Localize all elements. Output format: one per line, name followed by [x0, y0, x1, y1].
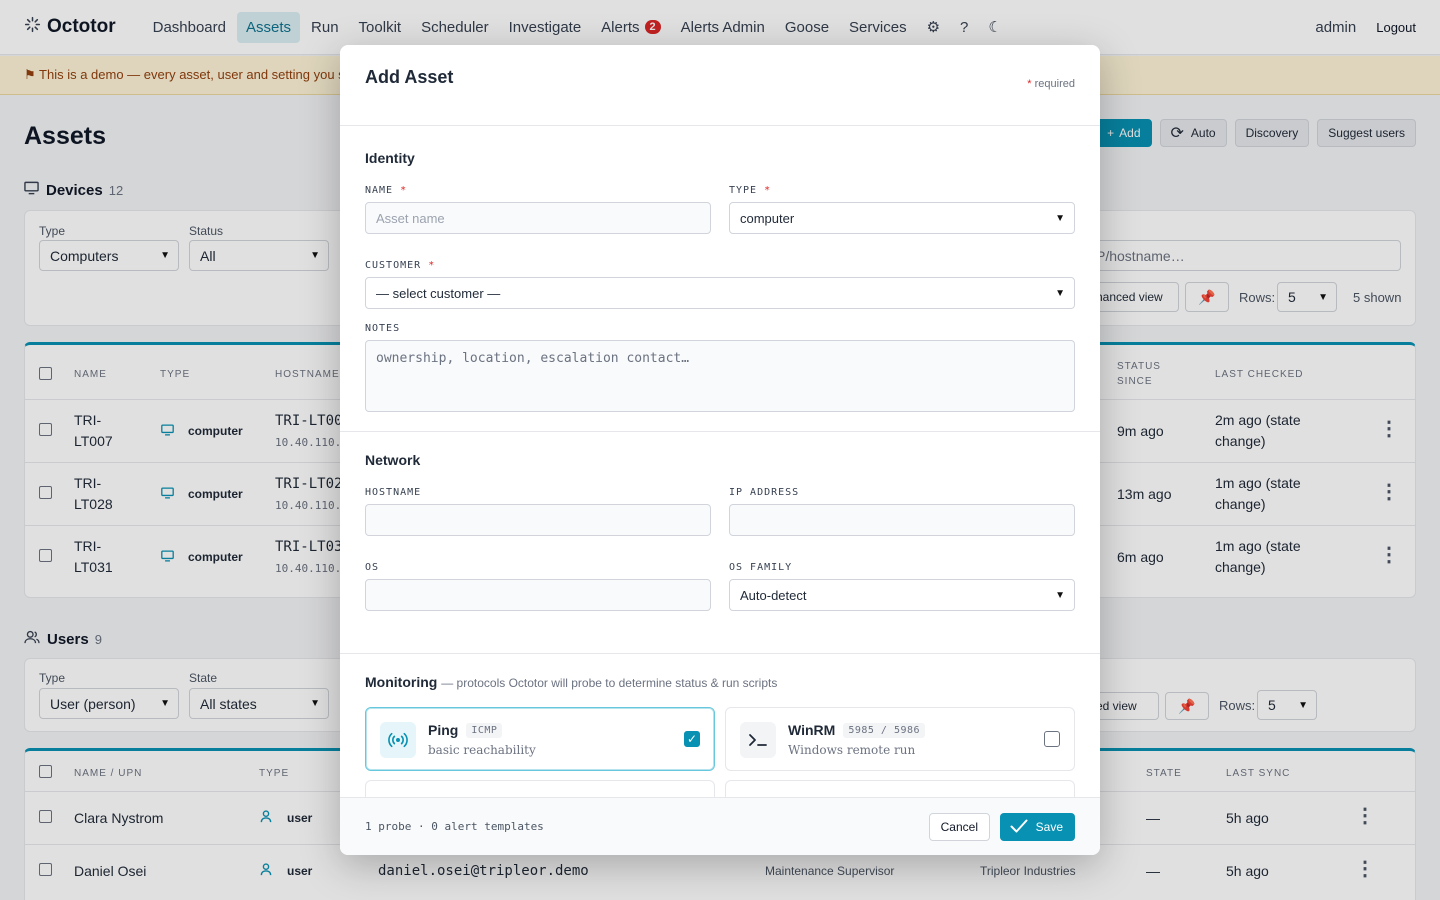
divider — [340, 125, 1100, 126]
asset-type-select[interactable]: computer ▼ — [729, 202, 1075, 234]
name-label: NAME * — [365, 185, 407, 196]
check-icon — [1010, 819, 1028, 836]
asset-name-placeholder: Asset name — [376, 210, 445, 226]
probe-ping-card[interactable]: Ping ICMP basic reachability ✓ — [365, 707, 715, 771]
os-input[interactable] — [365, 579, 711, 611]
probe-ping-name: Ping ICMP — [428, 722, 503, 738]
required-star: * — [428, 260, 436, 271]
divider — [340, 431, 1100, 432]
modal-footer: 1 probe · 0 alert templates Cancel Save — [340, 797, 1100, 855]
type-label: TYPE * — [729, 185, 771, 196]
probe-winrm-desc: Windows remote run — [788, 743, 916, 757]
probe-ping-label: Ping — [428, 722, 459, 738]
customer-select[interactable]: — select customer — ▼ — [365, 277, 1075, 309]
asset-name-input[interactable]: Asset name — [365, 202, 711, 234]
save-label: Save — [1035, 820, 1063, 834]
os-label: OS — [365, 562, 380, 573]
required-star: * — [764, 185, 772, 196]
asset-type-value: computer — [740, 210, 795, 226]
probe-winrm-tag: 5985 / 5986 — [843, 722, 926, 738]
ip-address-input[interactable] — [729, 504, 1075, 536]
os-family-label: OS FAMILY — [729, 562, 793, 573]
broadcast-signal-icon — [380, 722, 416, 758]
hostname-label: HOSTNAME — [365, 487, 422, 498]
required-star: * — [1027, 78, 1032, 90]
identity-heading: Identity — [365, 150, 415, 166]
save-button[interactable]: Save — [999, 813, 1075, 841]
type-label-text: TYPE — [729, 185, 758, 196]
probe-winrm-checkbox[interactable] — [1044, 731, 1060, 747]
probe-winrm-name: WinRM 5985 / 5986 — [788, 722, 926, 738]
chevron-down-icon: ▼ — [1055, 212, 1065, 224]
modal-title: Add Asset — [365, 67, 454, 87]
notes-placeholder: ownership, location, escalation contact… — [376, 351, 690, 366]
customer-label-text: CUSTOMER — [365, 260, 422, 271]
monitoring-subtitle: — protocols Octotor will probe to determ… — [441, 676, 778, 690]
cancel-button[interactable]: Cancel — [928, 813, 990, 841]
monitoring-heading: Monitoring — protocols Octotor will prob… — [365, 674, 777, 690]
monitoring-heading-text: Monitoring — [365, 674, 438, 690]
required-text: required — [1034, 78, 1075, 90]
required-star: * — [400, 185, 408, 196]
customer-label: CUSTOMER * — [365, 260, 435, 271]
probe-ping-checkbox[interactable]: ✓ — [684, 731, 700, 747]
chevron-down-icon: ▼ — [1055, 589, 1065, 601]
os-family-select[interactable]: Auto-detect ▼ — [729, 579, 1075, 611]
terminal-prompt-icon — [740, 722, 776, 758]
probe-ping-tag: ICMP — [466, 722, 503, 738]
name-label-text: NAME — [365, 185, 394, 196]
probe-summary: 1 probe · 0 alert templates — [365, 820, 544, 833]
probe-winrm-label: WinRM — [788, 722, 836, 738]
divider — [340, 653, 1100, 654]
ip-address-label: IP ADDRESS — [729, 487, 800, 498]
network-heading: Network — [365, 452, 421, 468]
os-family-value: Auto-detect — [740, 587, 807, 603]
customer-value: — select customer — — [376, 285, 501, 301]
notes-textarea[interactable]: ownership, location, escalation contact… — [365, 340, 1075, 412]
probe-winrm-card[interactable]: WinRM 5985 / 5986 Windows remote run — [725, 707, 1075, 771]
required-note: * required — [1027, 78, 1075, 90]
chevron-down-icon: ▼ — [1055, 287, 1065, 299]
probe-ping-desc: basic reachability — [428, 743, 536, 757]
add-asset-modal: Add Asset * required Identity NAME * Ass… — [340, 45, 1100, 855]
hostname-input[interactable] — [365, 504, 711, 536]
notes-label: NOTES — [365, 323, 401, 334]
